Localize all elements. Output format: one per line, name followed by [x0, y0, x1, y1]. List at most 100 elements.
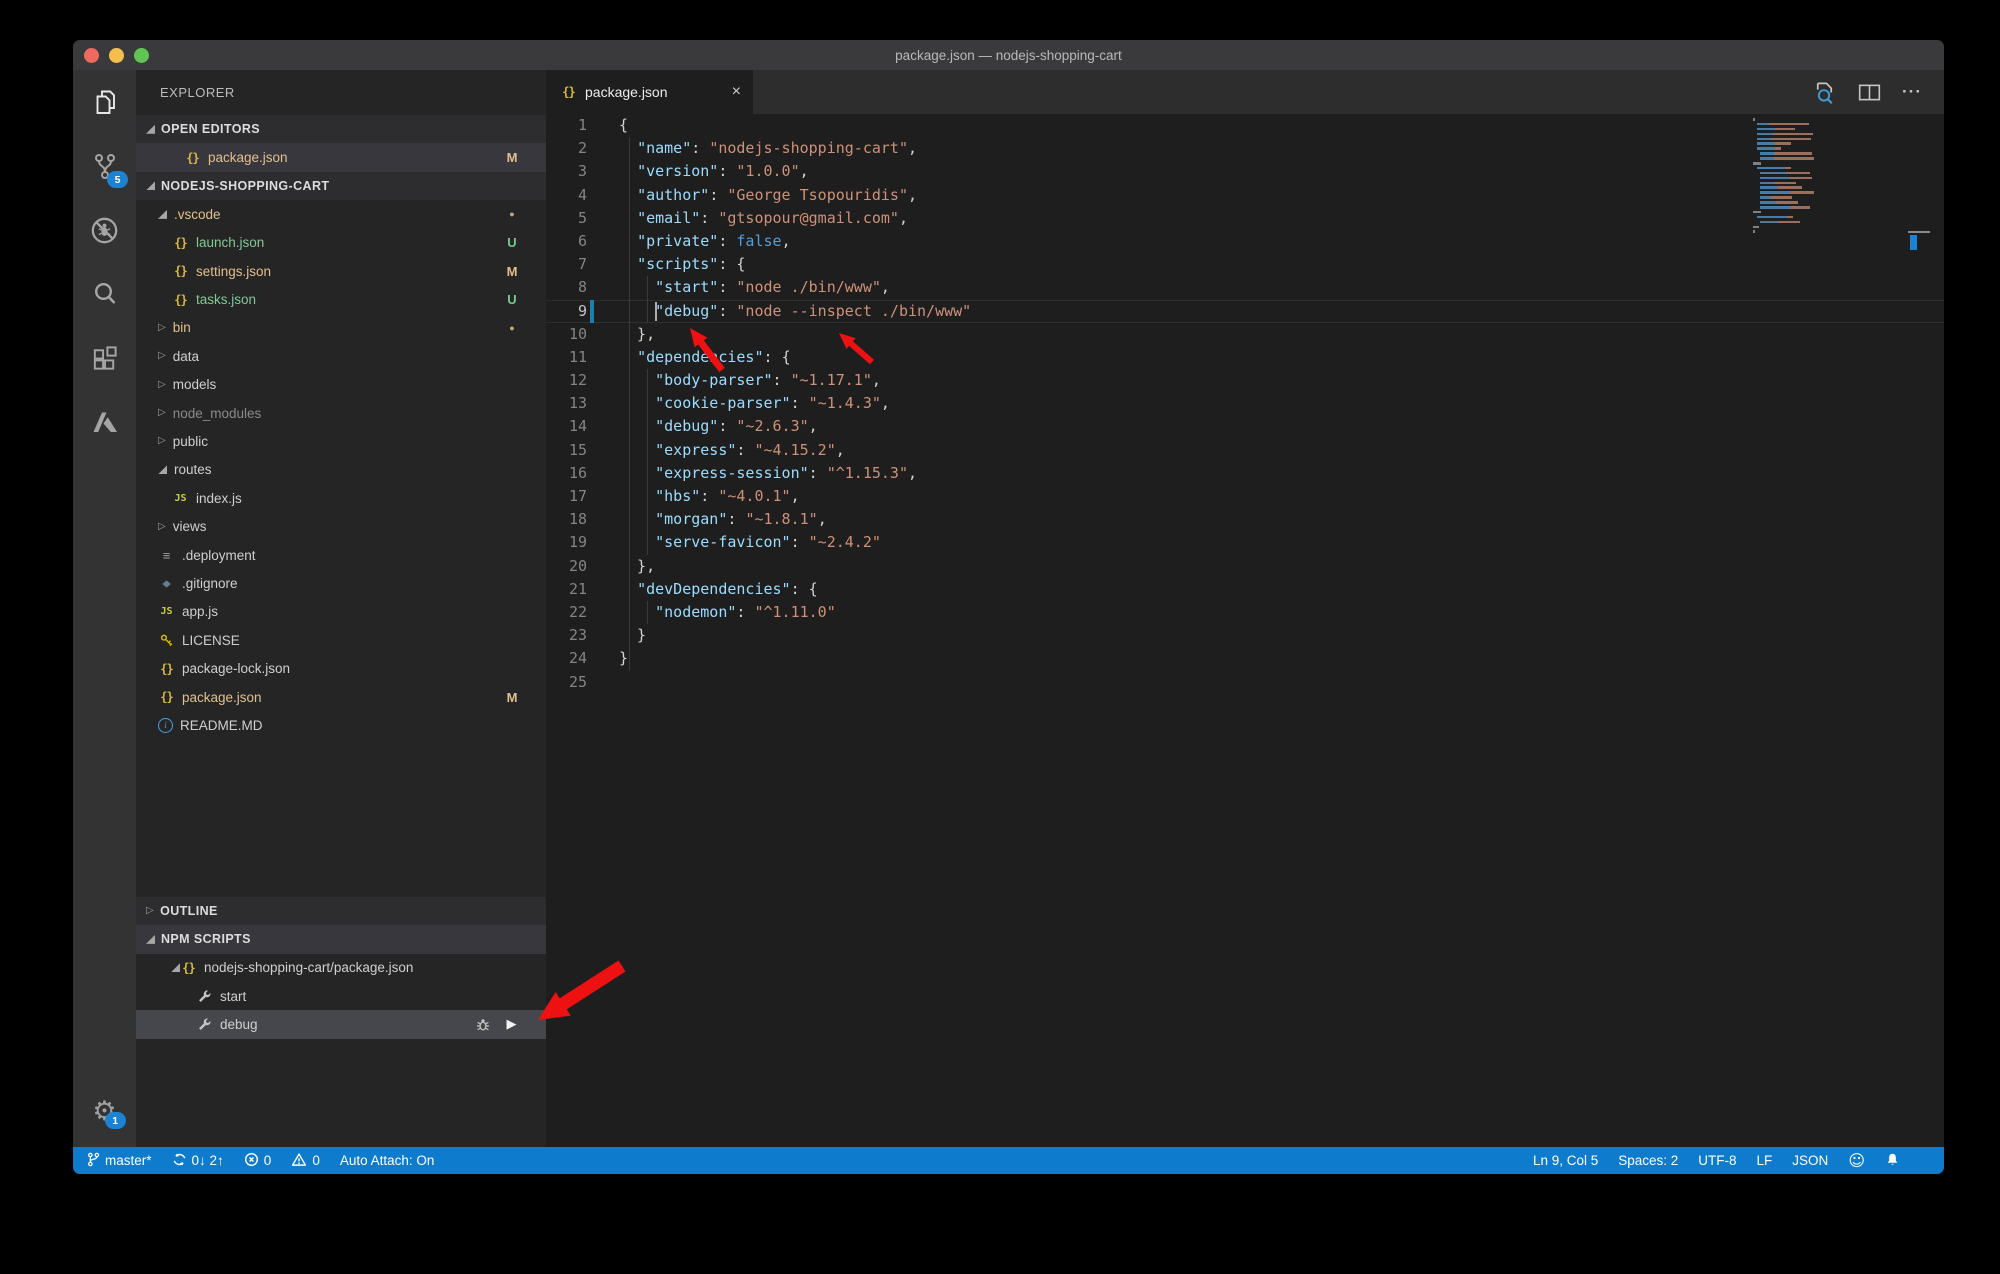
minimap-line: [1753, 191, 1823, 194]
tree-item-package-json[interactable]: {} package.json M: [136, 683, 546, 711]
close-tab-icon[interactable]: ×: [732, 83, 741, 101]
tree-item-deployment[interactable]: ≡ .deployment: [136, 541, 546, 569]
code-line-8[interactable]: 8 "start": "node ./bin/www",: [546, 276, 1944, 299]
tree-item-settings-json[interactable]: {} settings.json M: [136, 257, 546, 285]
tree-item-bin[interactable]: ▷ bin ●: [136, 314, 546, 342]
tree-item-data[interactable]: ▷ data: [136, 342, 546, 370]
npm-package-nodejs-shopping-cart-package-json[interactable]: {} nodejs-shopping-cart/package.json: [136, 954, 546, 982]
status-label: JSON: [1792, 1153, 1829, 1168]
minimize-window-button[interactable]: [109, 47, 124, 63]
open-editor-package-json[interactable]: {} package.json M: [136, 143, 546, 172]
code-line-14[interactable]: 14 "debug": "~2.6.3",: [546, 415, 1944, 438]
tree-item-app-js[interactable]: JS app.js: [136, 598, 546, 626]
code-line-4[interactable]: 4 "author": "George Tsopouridis",: [546, 184, 1944, 207]
line-text: "debug": "~2.6.3",: [655, 417, 818, 436]
code-line-22[interactable]: 22 "nodemon": "^1.11.0": [546, 601, 1944, 624]
code-line-3[interactable]: 3 "version": "1.0.0",: [546, 160, 1944, 183]
debug-icon[interactable]: [73, 198, 136, 262]
language-status[interactable]: JSON: [1792, 1153, 1828, 1168]
tab-package-json[interactable]: {} package.json ×: [546, 70, 753, 114]
code-line-19[interactable]: 19 "serve-favicon": "~2.4.2": [546, 531, 1944, 554]
code-line-2[interactable]: 2 "name": "nodejs-shopping-cart",: [546, 137, 1944, 160]
explorer-icon[interactable]: [73, 70, 136, 134]
branch-status[interactable]: master*: [87, 1152, 152, 1170]
code-line-18[interactable]: 18 "morgan": "~1.8.1",: [546, 508, 1944, 531]
indentation-status[interactable]: Spaces: 2: [1618, 1153, 1678, 1168]
code-line-13[interactable]: 13 "cookie-parser": "~1.4.3",: [546, 392, 1944, 415]
item-label: package.json: [182, 689, 262, 705]
open-changes-icon[interactable]: [1812, 80, 1837, 105]
line-number: 12: [568, 371, 587, 390]
code-line-23[interactable]: 23 }: [546, 624, 1944, 647]
code-line-17[interactable]: 17 "hbs": "~4.0.1",: [546, 485, 1944, 508]
tree-item-index-js[interactable]: JS index.js: [136, 484, 546, 512]
tree-item-views[interactable]: ▷ views: [136, 512, 546, 540]
line-number: 8: [577, 278, 587, 297]
tree-item-public[interactable]: ▷ public: [136, 427, 546, 455]
encoding-status[interactable]: UTF-8: [1698, 1153, 1736, 1168]
tree-item-models[interactable]: ▷ models: [136, 371, 546, 399]
npm-script-debug[interactable]: debug ▶: [136, 1010, 546, 1039]
tree-item-tasks-json[interactable]: {} tasks.json U: [136, 285, 546, 313]
tree-item-readme-md[interactable]: i README.MD: [136, 711, 546, 739]
tree-item-launch-json[interactable]: {} launch.json U: [136, 229, 546, 257]
open-editors-header[interactable]: OPEN EDITORS: [136, 115, 546, 144]
code-line-24[interactable]: 24}: [546, 647, 1944, 670]
play-icon[interactable]: ▶: [503, 1016, 520, 1033]
code-line-5[interactable]: 5 "email": "gtsopour@gmail.com",: [546, 207, 1944, 230]
status-label: Spaces: 2: [1618, 1153, 1679, 1168]
tree-item-node-modules[interactable]: ▷ node_modules: [136, 399, 546, 427]
tree-item-license[interactable]: LICENSE: [136, 626, 546, 654]
tree-item-package-lock-json[interactable]: {} package-lock.json: [136, 654, 546, 682]
code-line-1[interactable]: 1{: [546, 114, 1944, 137]
bug-icon[interactable]: [474, 1016, 491, 1033]
code-line-25[interactable]: 25: [546, 671, 1944, 694]
editor-group: {} package.json × ··· 1 {2 "name": "nod…: [546, 70, 1944, 1147]
zoom-window-button[interactable]: [134, 47, 149, 63]
tree-item-gitignore[interactable]: ◆ .gitignore: [136, 569, 546, 597]
outline-header[interactable]: ▷ OUTLINE: [136, 896, 546, 926]
split-editor-icon[interactable]: [1857, 80, 1882, 105]
npm-scripts-header[interactable]: NPM SCRIPTS: [136, 925, 546, 954]
errors-status[interactable]: 0: [244, 1152, 271, 1170]
line-text: "express-session": "^1.15.3",: [655, 463, 918, 482]
code-line-16[interactable]: 16 "express-session": "^1.15.3",: [546, 462, 1944, 485]
json-icon: {}: [174, 292, 187, 307]
code-line-9[interactable]: 9 "debug": "node --inspect ./bin/www": [546, 299, 1944, 323]
close-window-button[interactable]: [84, 47, 99, 63]
line-text: "start": "node ./bin/www",: [655, 278, 890, 297]
azure-icon[interactable]: [73, 390, 136, 454]
search-icon[interactable]: [73, 262, 136, 326]
line-text: "version": "1.0.0",: [637, 162, 809, 181]
npm-script-start[interactable]: start: [136, 982, 546, 1010]
eol-status[interactable]: LF: [1757, 1153, 1773, 1168]
minimap[interactable]: [1753, 118, 1823, 240]
twisty-collapsed-icon: ▷: [146, 904, 155, 916]
sync-status[interactable]: 0↓ 2↑: [172, 1152, 224, 1170]
code-line-7[interactable]: 7 "scripts": {: [546, 253, 1944, 276]
extensions-icon[interactable]: [73, 326, 136, 390]
code-line-12[interactable]: 12 "body-parser": "~1.17.1",: [546, 369, 1944, 392]
code-line-21[interactable]: 21 "devDependencies": {: [546, 578, 1944, 601]
code-line-10[interactable]: 10 },: [546, 323, 1944, 346]
cursor-position-status[interactable]: Ln 9, Col 5: [1533, 1153, 1598, 1168]
notifications-bell[interactable]: [1885, 1152, 1900, 1170]
auto-attach-status[interactable]: Auto Attach: On: [340, 1153, 435, 1168]
line-number: 11: [568, 347, 587, 366]
line-text: "dependencies": {: [637, 347, 791, 366]
code-line-6[interactable]: 6 "private": false,: [546, 230, 1944, 253]
source-control-icon[interactable]: 5: [73, 134, 136, 198]
more-actions-icon[interactable]: ···: [1902, 82, 1922, 102]
project-root-header[interactable]: NODEJS-SHOPPING-CART: [136, 171, 546, 201]
code-line-20[interactable]: 20 },: [546, 555, 1944, 578]
tree-item-vscode[interactable]: .vscode ●: [136, 200, 546, 228]
code-editor[interactable]: 1{2 "name": "nodejs-shopping-cart", 3 "ve…: [546, 114, 1944, 1147]
status-label: master*: [105, 1153, 152, 1168]
code-line-11[interactable]: 11 "dependencies": {: [546, 346, 1944, 369]
tree-item-routes[interactable]: routes: [136, 456, 546, 484]
warnings-status[interactable]: 0: [291, 1152, 320, 1170]
code-line-15[interactable]: 15 "express": "~4.15.2",: [546, 439, 1944, 462]
feedback-smiley[interactable]: ☺: [1848, 1151, 1865, 1170]
magnifier-icon: [94, 282, 115, 304]
settings-gear[interactable]: ⚙ 1: [73, 1098, 136, 1129]
